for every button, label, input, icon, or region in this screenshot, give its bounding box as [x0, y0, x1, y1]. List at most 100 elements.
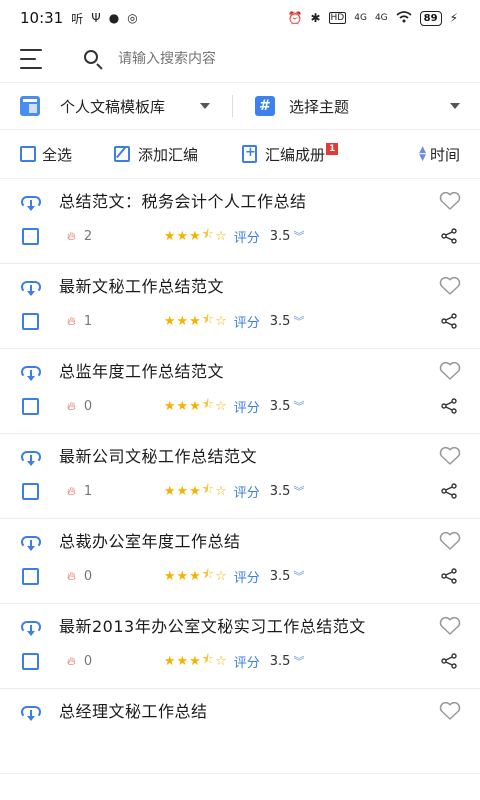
charging-icon: ⚡: [449, 11, 458, 25]
star-half-icon: ⯪: [201, 397, 216, 412]
search-icon[interactable]: [82, 48, 104, 70]
status-left: 10:31 听 Ψ ● ◎: [20, 9, 138, 27]
checkbox-icon: [20, 146, 36, 162]
item-checkbox[interactable]: [22, 567, 39, 585]
star-empty-icon: ☆: [215, 483, 228, 499]
item-title[interactable]: 最新公司文秘工作总结范文: [59, 446, 409, 468]
rating-value: 3.5: [269, 568, 291, 584]
cloud-download-icon[interactable]: [20, 363, 44, 383]
chevron-double-down-icon[interactable]: ︾: [293, 568, 304, 584]
cloud-download-icon[interactable]: [20, 448, 44, 468]
topic-dropdown[interactable]: # 选择主题: [255, 96, 460, 117]
heart-icon[interactable]: [438, 616, 462, 636]
share-icon[interactable]: [440, 227, 458, 245]
heart-icon[interactable]: [438, 531, 462, 551]
heart-icon[interactable]: [438, 276, 462, 296]
item-checkbox[interactable]: [22, 227, 39, 245]
item-title[interactable]: 总监年度工作总结范文: [59, 361, 409, 383]
cloud-download-icon[interactable]: [20, 278, 44, 298]
list-item[interactable]: 总裁办公室年度工作总结 🔥︎ 0 ★ ★ ★ ⯪ ☆ 评分 3.5 ︾: [0, 519, 480, 604]
item-title-row: 总裁办公室年度工作总结: [20, 519, 462, 553]
heart-icon[interactable]: [438, 701, 462, 721]
item-checkbox[interactable]: [22, 482, 39, 500]
star-full-icon: ★: [176, 228, 190, 244]
item-meta-row: 🔥︎ 1 ★ ★ ★ ⯪ ☆ 评分 3.5 ︾: [20, 298, 460, 344]
star-rating: ★ ★ ★ ⯪ ☆: [164, 310, 228, 332]
rating-value: 3.5: [269, 653, 291, 669]
notification-icon: ●: [108, 11, 120, 25]
list-item[interactable]: 总经理文秘工作总结 🔥︎ ︾: [0, 689, 480, 774]
item-title[interactable]: 总结范文：税务会计个人工作总结: [59, 191, 409, 213]
star-rating: ★ ★ ★ ⯪ ☆: [164, 225, 228, 247]
heart-icon[interactable]: [438, 446, 462, 466]
status-right: ⏰ ✱ HD 4G 4G 89 ⚡: [288, 10, 458, 26]
cloud-download-icon[interactable]: [20, 533, 44, 553]
rate-label[interactable]: 评分: [234, 482, 260, 501]
item-title[interactable]: 总裁办公室年度工作总结: [59, 531, 409, 553]
library-dropdown[interactable]: 个人文稿模板库: [20, 96, 210, 117]
status-bar: 10:31 听 Ψ ● ◎ ⏰ ✱ HD 4G 4G 89 ⚡: [0, 0, 480, 36]
item-title[interactable]: 最新文秘工作总结范文: [59, 276, 409, 298]
item-meta-row: 🔥︎ 0 ★ ★ ★ ⯪ ☆ 评分 3.5 ︾: [20, 638, 460, 684]
select-all-button[interactable]: 全选: [20, 144, 72, 165]
app-notification-icon: ◎: [127, 11, 138, 25]
list-item[interactable]: 最新文秘工作总结范文 🔥︎ 1 ★ ★ ★ ⯪ ☆ 评分 3.5 ︾: [0, 264, 480, 349]
list-item[interactable]: 最新公司文秘工作总结范文 🔥︎ 1 ★ ★ ★ ⯪ ☆ 评分 3.5 ︾: [0, 434, 480, 519]
rating-value: 3.5: [269, 483, 291, 499]
fire-icon: 🔥︎: [67, 568, 76, 583]
rate-label[interactable]: 评分: [234, 397, 260, 416]
fire-icon: 🔥︎: [67, 398, 76, 413]
heart-icon[interactable]: [438, 361, 462, 381]
share-icon[interactable]: [440, 312, 458, 330]
view-count: 1: [83, 483, 93, 499]
item-title[interactable]: 最新2013年办公室文秘实习工作总结范文: [59, 616, 409, 638]
fire-icon: 🔥︎: [67, 653, 76, 668]
rate-label[interactable]: 评分: [234, 652, 260, 671]
chevron-double-down-icon[interactable]: ︾: [293, 483, 304, 499]
item-title[interactable]: 总经理文秘工作总结: [59, 701, 409, 723]
add-collection-button[interactable]: 添加汇编: [114, 144, 198, 165]
compile-book-button[interactable]: 汇编成册 1: [242, 143, 339, 165]
battery-icon: 89: [419, 10, 442, 26]
fire-icon: 🔥︎: [67, 313, 76, 328]
item-checkbox[interactable]: [22, 312, 39, 330]
cloud-download-icon[interactable]: [20, 703, 44, 723]
item-checkbox[interactable]: [22, 652, 39, 670]
add-document-icon: [242, 145, 258, 163]
star-full-icon: ★: [176, 483, 190, 499]
chevron-double-down-icon[interactable]: ︾: [293, 313, 304, 329]
chevron-double-down-icon[interactable]: ︾: [293, 228, 304, 244]
list-item[interactable]: 总结范文：税务会计个人工作总结 🔥︎ 2 ★ ★ ★ ⯪ ☆ 评分 3.5 ︾: [0, 179, 480, 264]
menu-icon[interactable]: [20, 49, 46, 69]
item-title-row: 总经理文秘工作总结: [20, 689, 462, 723]
item-meta-row: 🔥︎ 1 ★ ★ ★ ⯪ ☆ 评分 3.5 ︾: [20, 468, 460, 514]
chevron-double-down-icon[interactable]: ︾: [293, 398, 304, 414]
rate-label[interactable]: 评分: [234, 567, 260, 586]
star-empty-icon: ☆: [215, 228, 228, 244]
status-icon-listen: 听: [71, 11, 84, 26]
topic-label: 选择主题: [289, 97, 350, 116]
rate-label[interactable]: 评分: [234, 312, 260, 331]
heart-icon[interactable]: [438, 191, 462, 211]
share-icon[interactable]: [440, 652, 458, 670]
star-full-icon: ★: [163, 483, 177, 499]
chevron-double-down-icon[interactable]: ︾: [293, 653, 304, 669]
star-half-icon: ⯪: [201, 482, 216, 497]
share-icon[interactable]: [440, 397, 458, 415]
item-meta-row: 🔥︎ 0 ★ ★ ★ ⯪ ☆ 评分 3.5 ︾: [20, 383, 460, 429]
rate-label[interactable]: 评分: [234, 227, 260, 246]
star-full-icon: ★: [163, 313, 177, 329]
view-count: 0: [83, 398, 93, 414]
cloud-download-icon[interactable]: [20, 618, 44, 638]
share-icon[interactable]: [440, 482, 458, 500]
share-icon[interactable]: [440, 567, 458, 585]
item-title-row: 总监年度工作总结范文: [20, 349, 462, 383]
star-full-icon: ★: [163, 398, 177, 414]
sort-time-button[interactable]: ▲ ▼ 时间: [419, 144, 460, 165]
fire-icon: 🔥︎: [67, 228, 76, 243]
list-item[interactable]: 总监年度工作总结范文 🔥︎ 0 ★ ★ ★ ⯪ ☆ 评分 3.5 ︾: [0, 349, 480, 434]
cloud-download-icon[interactable]: [20, 193, 44, 213]
search-input[interactable]: [118, 51, 418, 67]
item-checkbox[interactable]: [22, 397, 39, 415]
list-item[interactable]: 最新2013年办公室文秘实习工作总结范文 🔥︎ 0 ★ ★ ★ ⯪ ☆ 评分 3.5 ︾: [0, 604, 480, 689]
